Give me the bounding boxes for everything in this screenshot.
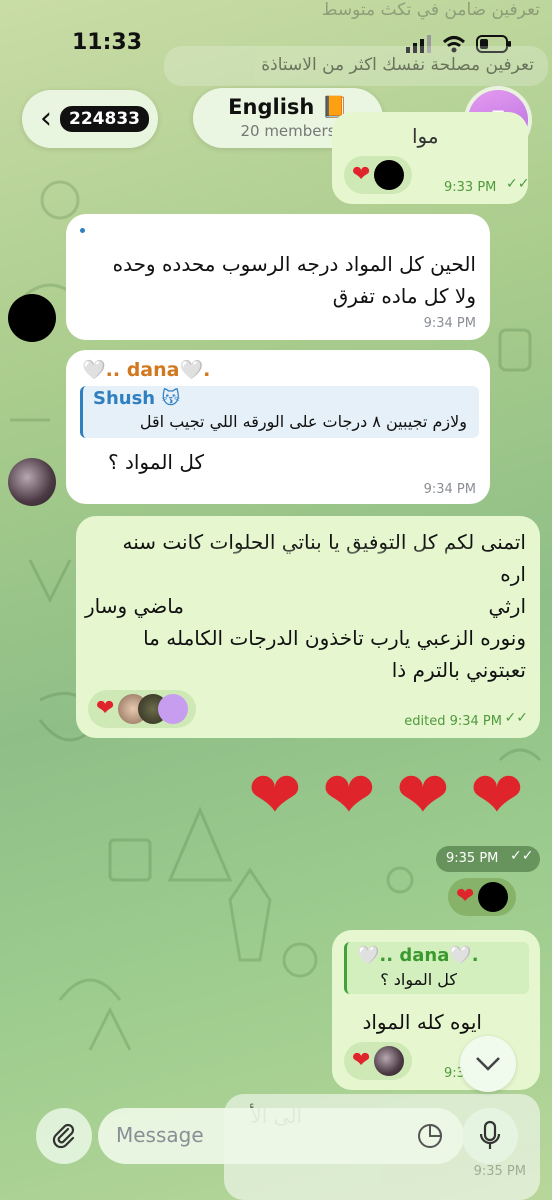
message-time: edited 9:34 PM — [404, 714, 502, 729]
message-text: اره — [500, 562, 526, 586]
message-bubble-outgoing[interactable]: اتمنى لكم كل التوفيق يا بناتي الحلوات كا… — [76, 516, 540, 738]
back-button[interactable]: ‹ 224833 — [22, 90, 158, 148]
reply-sender-name: 🤍.. dana🤍. — [357, 945, 479, 966]
heart-reaction-icon: ❤ — [96, 696, 115, 721]
reply-text: كل المواد ؟ — [380, 970, 457, 989]
read-checks-icon: ✓✓ — [510, 848, 534, 864]
faded-top-message: تعرفين ضامن في تكث متوسط — [321, 0, 540, 20]
reactor-avatar — [158, 694, 189, 724]
message-input[interactable]: Message — [98, 1108, 464, 1164]
message-bubble-incoming[interactable]: 🤍.. dana🤍. Shush 😽 ولازم تجيبين ٨ درجات … — [66, 350, 490, 504]
heart-emoji: ❤ — [470, 759, 524, 833]
heart-emoji: ❤ — [322, 759, 376, 833]
heart-emoji: ❤ — [248, 759, 302, 833]
read-checks-icon: ✓✓ — [504, 710, 528, 726]
redaction-scribble — [182, 562, 482, 588]
reactor-avatar — [478, 882, 509, 912]
sender-dot — [80, 228, 85, 233]
faded-top-message: تعرفين مصلحة نفسك اكثر من الاستاذة — [164, 46, 548, 86]
status-time: 11:33 — [72, 30, 143, 55]
message-input-placeholder: Message — [116, 1123, 204, 1147]
reaction-bar[interactable]: ❤ — [448, 878, 517, 916]
reaction-bar[interactable]: ❤ — [88, 690, 197, 728]
reply-text: ولازم تجيبين ٨ درجات على الورقه اللي تجي… — [139, 412, 467, 431]
reaction-bar[interactable]: ❤ — [344, 156, 413, 194]
message-time: 9:33 PM — [444, 180, 497, 195]
message-text: ايوه كله المواد — [362, 1010, 482, 1034]
unread-count-badge: 224833 — [60, 106, 149, 132]
message-time: 9:34 PM — [423, 482, 476, 497]
message-text: ماضي وسار — [85, 594, 184, 618]
message-text: الحين كل المواد درجه الرسوب محدده وحده — [112, 252, 476, 276]
chevron-down-icon — [476, 1057, 500, 1071]
microphone-button[interactable] — [462, 1108, 518, 1164]
message-text: كل المواد ؟ — [107, 450, 204, 474]
reactor-avatar — [374, 160, 405, 190]
message-time: 9:35 PM — [446, 851, 499, 866]
paperclip-icon — [52, 1123, 75, 1149]
message-time: 9:34 PM — [423, 316, 476, 331]
read-checks-icon: ✓✓ — [506, 176, 530, 192]
heart-reaction-icon: ❤ — [456, 884, 475, 909]
reply-preview[interactable]: Shush 😽 ولازم تجيبين ٨ درجات على الورقه … — [80, 386, 479, 438]
message-text-partial: موا — [412, 124, 439, 148]
reply-preview[interactable]: 🤍.. dana🤍. كل المواد ؟ — [344, 942, 529, 994]
message-text: ونوره الزعبي يارب تاخذون الدرجات الكامله… — [143, 626, 526, 650]
heart-reaction-icon: ❤ — [352, 162, 371, 187]
message-time: 9:35 PM — [473, 1164, 526, 1179]
redaction-scribble — [206, 592, 456, 616]
message-text: ارثي — [488, 594, 526, 618]
message-text: ولا كل ماده تفرق — [332, 284, 476, 308]
message-bubble-incoming[interactable]: الحين كل المواد درجه الرسوب محدده وحده و… — [66, 214, 490, 340]
scroll-to-bottom-button[interactable] — [460, 1036, 516, 1092]
reactor-avatar — [374, 1046, 405, 1076]
attach-button[interactable] — [36, 1108, 92, 1164]
sender-avatar[interactable] — [8, 458, 56, 506]
big-hearts-message[interactable]: ❤ ❤ ❤ ❤ — [248, 764, 544, 840]
chevron-left-icon: ‹ — [40, 101, 52, 136]
sender-name: 🤍.. dana🤍. — [82, 359, 211, 381]
message-text: اتمنى لكم كل التوفيق يا بناتي الحلوات كا… — [122, 530, 527, 554]
sender-avatar[interactable] — [8, 294, 56, 342]
heart-emoji: ❤ — [396, 759, 450, 833]
message-text: تعبتوني بالترم ذا — [391, 658, 526, 682]
sticker-icon[interactable] — [416, 1122, 444, 1150]
microphone-icon — [479, 1120, 501, 1149]
reply-sender-name: Shush 😽 — [93, 388, 181, 409]
heart-reaction-icon: ❤ — [352, 1048, 371, 1073]
reaction-bar[interactable]: ❤ — [344, 1042, 413, 1080]
